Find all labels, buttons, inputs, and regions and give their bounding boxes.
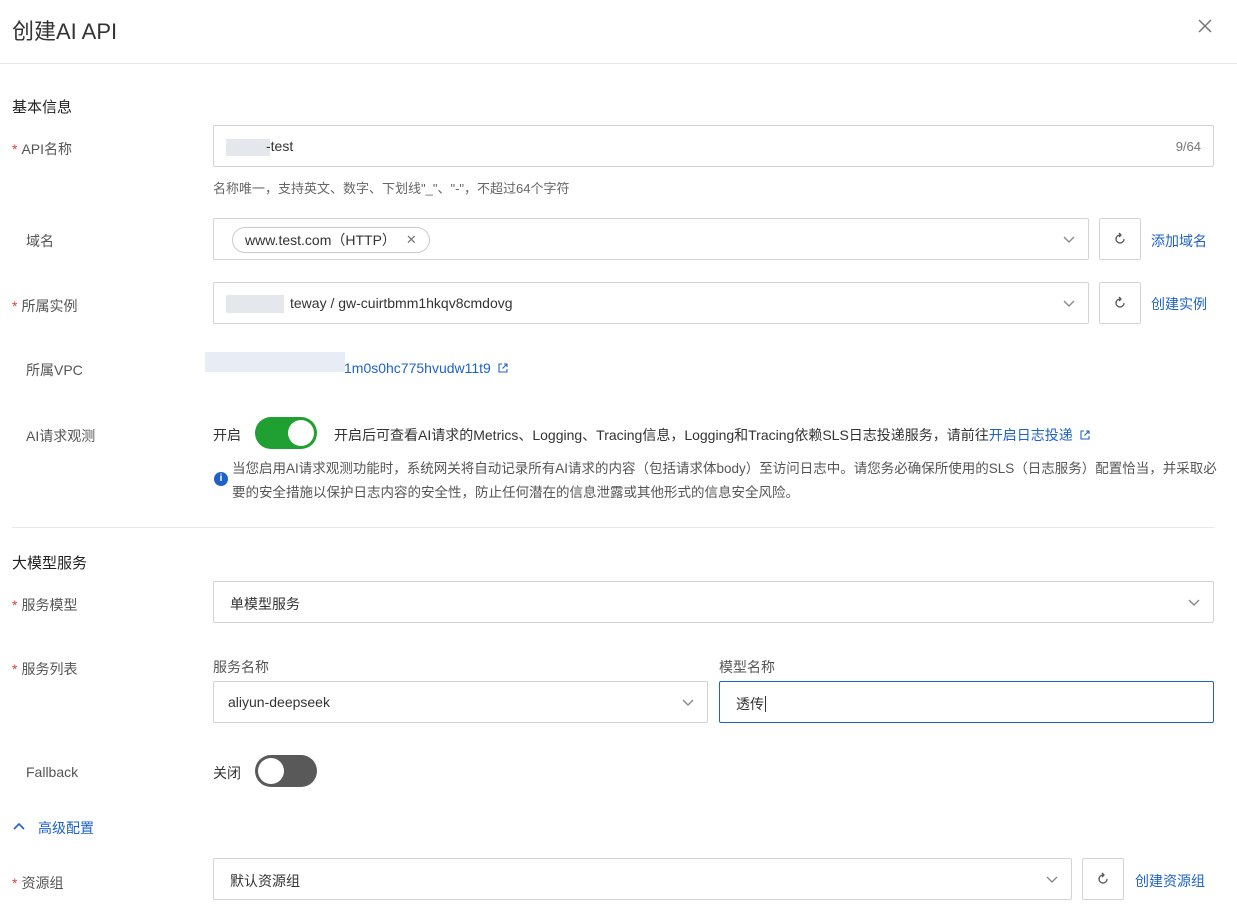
info-icon: i: [214, 472, 228, 486]
section-title-model: 大模型服务: [12, 555, 88, 572]
external-link-icon: [1080, 430, 1090, 440]
service-name-select[interactable]: aliyun-deepseek: [213, 681, 708, 723]
refresh-icon: [1115, 296, 1125, 308]
close-icon[interactable]: [1193, 14, 1217, 38]
domain-tag: www.test.com（HTTP） ✕: [232, 227, 430, 253]
resource-group-label: * 资源组: [12, 875, 64, 891]
service-model-label: * 服务模型: [12, 597, 78, 613]
dialog-header: 创建AI API: [0, 0, 1237, 64]
observe-description: 开启后可查看AI请求的Metrics、Logging、Tracing信息，Log…: [334, 425, 1091, 445]
fallback-label: Fallback: [26, 764, 79, 780]
service-model-value: 单模型服务: [230, 596, 300, 612]
observe-notice: 当您启用AI请求观测功能时，系统网关将自动记录所有AI请求的内容（包括请求体bo…: [232, 461, 1217, 500]
chevron-down-icon: [682, 699, 694, 706]
vpc-link[interactable]: 1m0s0hc775hvudw11t9: [344, 360, 509, 376]
external-link-icon: [498, 363, 508, 373]
add-domain-link[interactable]: 添加域名: [1151, 231, 1207, 251]
domain-select[interactable]: www.test.com（HTTP） ✕: [213, 218, 1089, 260]
chevron-down-icon: [1063, 236, 1075, 243]
refresh-instance-button[interactable]: [1099, 282, 1141, 324]
api-name-hint: 名称唯一，支持英文、数字、下划线"_"、"-"，不超过64个字符: [213, 181, 570, 196]
instance-value: teway / gw-cuirtbmm1hkqv8cmdovg: [290, 295, 513, 311]
model-name-label: 模型名称: [719, 659, 775, 675]
toggle-knob: [288, 420, 314, 446]
service-model-select[interactable]: 单模型服务: [213, 581, 1214, 623]
domain-label: 域名: [26, 233, 54, 249]
service-name-label: 服务名称: [213, 659, 269, 675]
toggle-knob: [258, 758, 284, 784]
fallback-switch-label: 关闭: [213, 765, 241, 781]
resource-group-value: 默认资源组: [230, 873, 300, 889]
service-list-label: * 服务列表: [12, 661, 78, 677]
chevron-down-icon: [1046, 876, 1058, 883]
observe-switch-label: 开启: [213, 427, 241, 443]
enable-log-link[interactable]: 开启日志投递: [989, 427, 1091, 443]
observe-toggle[interactable]: [255, 417, 317, 449]
instance-select[interactable]: teway / gw-cuirtbmm1hkqv8cmdovg: [213, 282, 1089, 324]
create-resource-group-link[interactable]: 创建资源组: [1135, 871, 1205, 891]
refresh-icon: [1115, 232, 1125, 244]
domain-tag-label: www.test.com（HTTP）: [245, 232, 396, 248]
chevron-down-icon: [1188, 599, 1200, 606]
model-name-input[interactable]: 透传: [719, 681, 1214, 723]
service-name-value: aliyun-deepseek: [228, 694, 330, 710]
tag-remove-icon[interactable]: ✕: [406, 232, 417, 248]
vpc-label: 所属VPC: [26, 362, 83, 378]
observe-label: AI请求观测: [26, 428, 96, 444]
refresh-domain-button[interactable]: [1099, 218, 1141, 260]
char-count: 9/64: [1175, 139, 1201, 154]
create-instance-link[interactable]: 创建实例: [1151, 294, 1207, 314]
fallback-toggle[interactable]: [255, 755, 317, 787]
redacted-block: [226, 295, 284, 313]
model-name-value: 透传: [736, 696, 766, 712]
redacted-block: [205, 352, 345, 372]
chevron-down-icon: [1063, 300, 1075, 307]
redacted-block: [226, 139, 270, 156]
api-name-label: * API名称: [12, 141, 73, 157]
api-name-input[interactable]: -test 9/64: [213, 125, 1214, 167]
section-divider: [12, 527, 1214, 528]
section-title-basic: 基本信息: [12, 99, 73, 116]
dialog-title: 创建AI API: [12, 19, 118, 44]
api-name-value: -test: [266, 138, 294, 154]
refresh-icon: [1098, 872, 1108, 884]
instance-label: * 所属实例: [12, 298, 78, 314]
advanced-config-toggle[interactable]: 高级配置: [38, 818, 94, 838]
refresh-resource-group-button[interactable]: [1082, 858, 1124, 900]
chevron-up-icon[interactable]: [12, 820, 26, 834]
resource-group-select[interactable]: 默认资源组: [213, 858, 1072, 900]
